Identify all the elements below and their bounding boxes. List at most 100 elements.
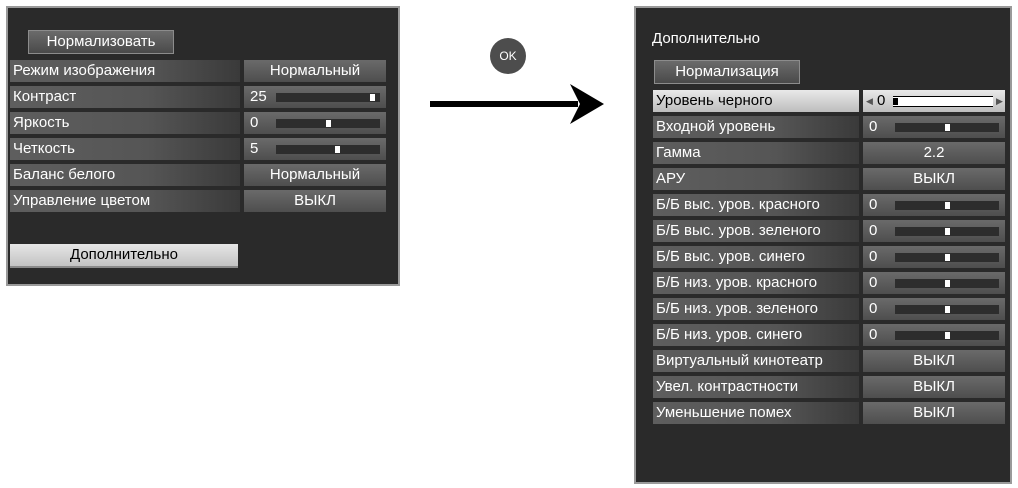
menu-row-picture-mode[interactable]: Режим изображения Нормальный bbox=[10, 60, 390, 82]
menu-row-label: Режим изображения bbox=[10, 60, 240, 82]
slider-knob[interactable] bbox=[945, 202, 950, 209]
menu-row-wb-low-blue[interactable]: Б/Б низ. уров. синего 0 bbox=[653, 324, 1011, 346]
menu-row-label: Входной уровень bbox=[653, 116, 859, 138]
menu-row-value-area: 0 bbox=[863, 220, 1005, 242]
advanced-menu-list: Уровень черного ◀ 0 ▶ Входной уровень 0 … bbox=[653, 90, 1011, 428]
menu-row-wb-high-red[interactable]: Б/Б выс. уров. красного 0 bbox=[653, 194, 1011, 216]
ok-button-icon: OK bbox=[490, 38, 526, 74]
menu-row-label: Б/Б низ. уров. синего bbox=[653, 324, 859, 346]
menu-row-virtual-cinema[interactable]: Виртуальный кинотеатр ВЫКЛ bbox=[653, 350, 1011, 372]
menu-row-gamma[interactable]: Гамма 2.2 bbox=[653, 142, 1011, 164]
slider-knob[interactable] bbox=[370, 94, 375, 101]
contrast-slider[interactable] bbox=[276, 93, 380, 102]
normalize-button[interactable]: Нормализовать bbox=[28, 30, 174, 54]
menu-row-value: 0 bbox=[869, 196, 878, 213]
menu-row-color-management[interactable]: Управление цветом ВЫКЛ bbox=[10, 190, 390, 212]
menu-row-label: Уменьшение помех bbox=[653, 402, 859, 424]
menu-row-value: ВЫКЛ bbox=[863, 402, 1005, 424]
menu-row-value: 5 bbox=[250, 140, 259, 157]
menu-row-value-area: 5 bbox=[244, 138, 386, 160]
slider-knob[interactable] bbox=[945, 280, 950, 287]
menu-row-value: Нормальный bbox=[244, 164, 386, 186]
arrow-left-icon[interactable]: ◀ bbox=[866, 90, 873, 112]
menu-row-label: Б/Б низ. уров. зеленого bbox=[653, 298, 859, 320]
slider-knob[interactable] bbox=[945, 254, 950, 261]
menu-row-value-area: 0 bbox=[863, 116, 1005, 138]
menu-row-label: Б/Б выс. уров. красного bbox=[653, 194, 859, 216]
menu-row-value-area: 0 bbox=[863, 246, 1005, 268]
menu-row-label: Гамма bbox=[653, 142, 859, 164]
menu-row-sharpness[interactable]: Четкость 5 bbox=[10, 138, 390, 160]
wb-low-blue-slider[interactable] bbox=[895, 331, 999, 340]
menu-row-noise-reduction[interactable]: Уменьшение помех ВЫКЛ bbox=[653, 402, 1011, 424]
menu-row-value-area: 0 bbox=[244, 112, 386, 134]
input-level-slider[interactable] bbox=[895, 123, 999, 132]
menu-row-value: ВЫКЛ bbox=[863, 168, 1005, 190]
menu-row-agc[interactable]: АРУ ВЫКЛ bbox=[653, 168, 1011, 190]
panel-title: Дополнительно bbox=[652, 30, 760, 47]
menu-row-value-area: ◀ 0 ▶ bbox=[863, 90, 1005, 112]
slider-knob[interactable] bbox=[945, 124, 950, 131]
menu-row-input-level[interactable]: Входной уровень 0 bbox=[653, 116, 1011, 138]
menu-row-black-level[interactable]: Уровень черного ◀ 0 ▶ bbox=[653, 90, 1011, 112]
menu-row-value: 0 bbox=[869, 274, 878, 291]
menu-row-value-area: 0 bbox=[863, 324, 1005, 346]
menu-row-wb-high-green[interactable]: Б/Б выс. уров. зеленого 0 bbox=[653, 220, 1011, 242]
wb-high-blue-slider[interactable] bbox=[895, 253, 999, 262]
menu-row-wb-low-red[interactable]: Б/Б низ. уров. красного 0 bbox=[653, 272, 1011, 294]
menu-row-value: 2.2 bbox=[863, 142, 1005, 164]
arrow-right-icon[interactable]: ▶ bbox=[996, 90, 1003, 112]
menu-row-value: 0 bbox=[869, 300, 878, 317]
menu-row-value: ВЫКЛ bbox=[244, 190, 386, 212]
menu-row-brightness[interactable]: Яркость 0 bbox=[10, 112, 390, 134]
menu-row-value: Нормальный bbox=[244, 60, 386, 82]
slider-knob[interactable] bbox=[335, 146, 340, 153]
black-level-slider[interactable] bbox=[893, 96, 993, 107]
brightness-slider[interactable] bbox=[276, 119, 380, 128]
advanced-button[interactable]: Дополнительно bbox=[10, 244, 238, 268]
slider-knob[interactable] bbox=[945, 228, 950, 235]
menu-row-value-area: 25 bbox=[244, 86, 386, 108]
menu-row-label: Баланс белого bbox=[10, 164, 240, 186]
menu-row-contrast-enhance[interactable]: Увел. контрастности ВЫКЛ bbox=[653, 376, 1011, 398]
menu-row-value: 25 bbox=[250, 88, 267, 105]
menu-row-label: Четкость bbox=[10, 138, 240, 160]
menu-row-value: 0 bbox=[869, 222, 878, 239]
advanced-menu-panel: Дополнительно Нормализация Уровень черно… bbox=[634, 6, 1012, 484]
picture-menu-panel: Нормализовать Режим изображения Нормальн… bbox=[6, 6, 400, 286]
menu-row-value-area: 0 bbox=[863, 298, 1005, 320]
slider-knob[interactable] bbox=[945, 306, 950, 313]
menu-row-label: Виртуальный кинотеатр bbox=[653, 350, 859, 372]
menu-row-value: ВЫКЛ bbox=[863, 376, 1005, 398]
menu-row-label: Б/Б выс. уров. зеленого bbox=[653, 220, 859, 242]
slider-knob[interactable] bbox=[945, 332, 950, 339]
menu-row-label: АРУ bbox=[653, 168, 859, 190]
slider-knob[interactable] bbox=[326, 120, 331, 127]
slider-knob[interactable] bbox=[893, 98, 898, 105]
menu-row-label: Б/Б низ. уров. красного bbox=[653, 272, 859, 294]
menu-row-label: Увел. контрастности bbox=[653, 376, 859, 398]
menu-row-value: 0 bbox=[869, 248, 878, 265]
normalization-button[interactable]: Нормализация bbox=[654, 60, 800, 84]
picture-menu-list: Режим изображения Нормальный Контраст 25… bbox=[10, 60, 390, 216]
menu-row-value-area: 0 bbox=[863, 272, 1005, 294]
menu-row-value: 0 bbox=[869, 118, 878, 135]
right-arrow-icon bbox=[430, 84, 604, 124]
menu-row-wb-high-blue[interactable]: Б/Б выс. уров. синего 0 bbox=[653, 246, 1011, 268]
menu-row-label: Контраст bbox=[10, 86, 240, 108]
menu-row-value: 0 bbox=[250, 114, 259, 131]
wb-low-red-slider[interactable] bbox=[895, 279, 999, 288]
menu-row-value: 0 bbox=[877, 92, 886, 109]
menu-row-contrast[interactable]: Контраст 25 bbox=[10, 86, 390, 108]
menu-row-wb-low-green[interactable]: Б/Б низ. уров. зеленого 0 bbox=[653, 298, 1011, 320]
menu-row-value: ВЫКЛ bbox=[863, 350, 1005, 372]
wb-low-green-slider[interactable] bbox=[895, 305, 999, 314]
menu-row-white-balance[interactable]: Баланс белого Нормальный bbox=[10, 164, 390, 186]
menu-row-label: Б/Б выс. уров. синего bbox=[653, 246, 859, 268]
menu-row-label: Управление цветом bbox=[10, 190, 240, 212]
menu-row-label: Уровень черного bbox=[653, 90, 859, 112]
wb-high-red-slider[interactable] bbox=[895, 201, 999, 210]
wb-high-green-slider[interactable] bbox=[895, 227, 999, 236]
sharpness-slider[interactable] bbox=[276, 145, 380, 154]
menu-row-value-area: 0 bbox=[863, 194, 1005, 216]
